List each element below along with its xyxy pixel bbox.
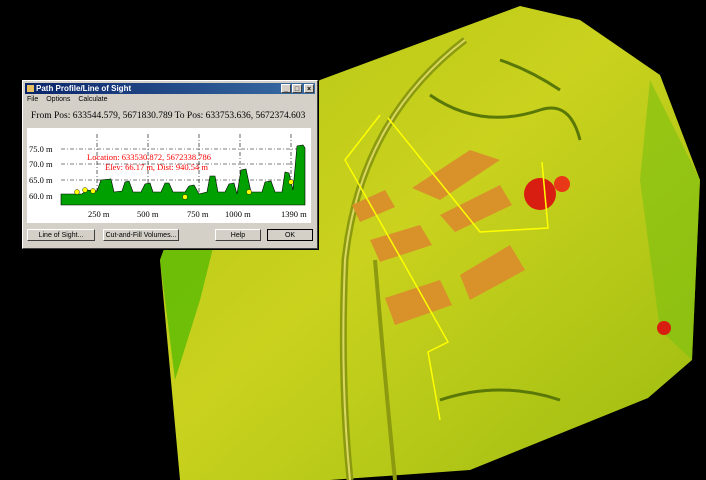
- menu-file[interactable]: File: [27, 96, 38, 103]
- location-readout: Location: 633530.872, 5672338.786: [87, 152, 211, 162]
- x-tick: 500 m: [137, 209, 159, 219]
- app-icon: [27, 85, 34, 92]
- y-tick: 75.0 m: [29, 144, 53, 154]
- x-tick: 250 m: [88, 209, 110, 219]
- y-tick: 65.0 m: [29, 175, 53, 185]
- x-tick: 1390 m: [281, 209, 307, 219]
- hotspot: [554, 176, 570, 192]
- menu-bar: File Options Calculate: [27, 96, 114, 106]
- dialog-title-bar[interactable]: Path Profile/Line of Sight _ □ ×: [25, 83, 315, 94]
- y-tick: 60.0 m: [29, 191, 53, 201]
- line-of-sight-button[interactable]: Line of Sight...: [27, 229, 95, 241]
- hotspot: [524, 178, 556, 210]
- elevation-profile-plot[interactable]: 75.0 m 70.0 m 65.0 m 60.0 m 250 m 500 m …: [27, 128, 311, 223]
- minimize-button[interactable]: _: [281, 84, 291, 93]
- y-tick: 70.0 m: [29, 159, 53, 169]
- close-button[interactable]: ×: [304, 84, 314, 93]
- elevation-distance-readout: Elev: 66.17 m, Dist: 940.54 m: [105, 162, 208, 172]
- x-tick: 1000 m: [225, 209, 251, 219]
- dialog-title: Path Profile/Line of Sight: [36, 84, 132, 93]
- from-to-position: From Pos: 633544.579, 5671830.789 To Pos…: [31, 111, 306, 121]
- x-tick: 750 m: [187, 209, 209, 219]
- path-profile-dialog: Path Profile/Line of Sight _ □ × File Op…: [22, 80, 318, 249]
- hotspot: [657, 321, 671, 335]
- help-button[interactable]: Help: [215, 229, 261, 241]
- cut-and-fill-volumes-button[interactable]: Cut-and-Fill Volumes...: [103, 229, 179, 241]
- menu-calculate[interactable]: Calculate: [78, 96, 107, 103]
- maximize-button[interactable]: □: [292, 84, 302, 93]
- ok-button[interactable]: OK: [267, 229, 313, 241]
- menu-options[interactable]: Options: [46, 96, 70, 103]
